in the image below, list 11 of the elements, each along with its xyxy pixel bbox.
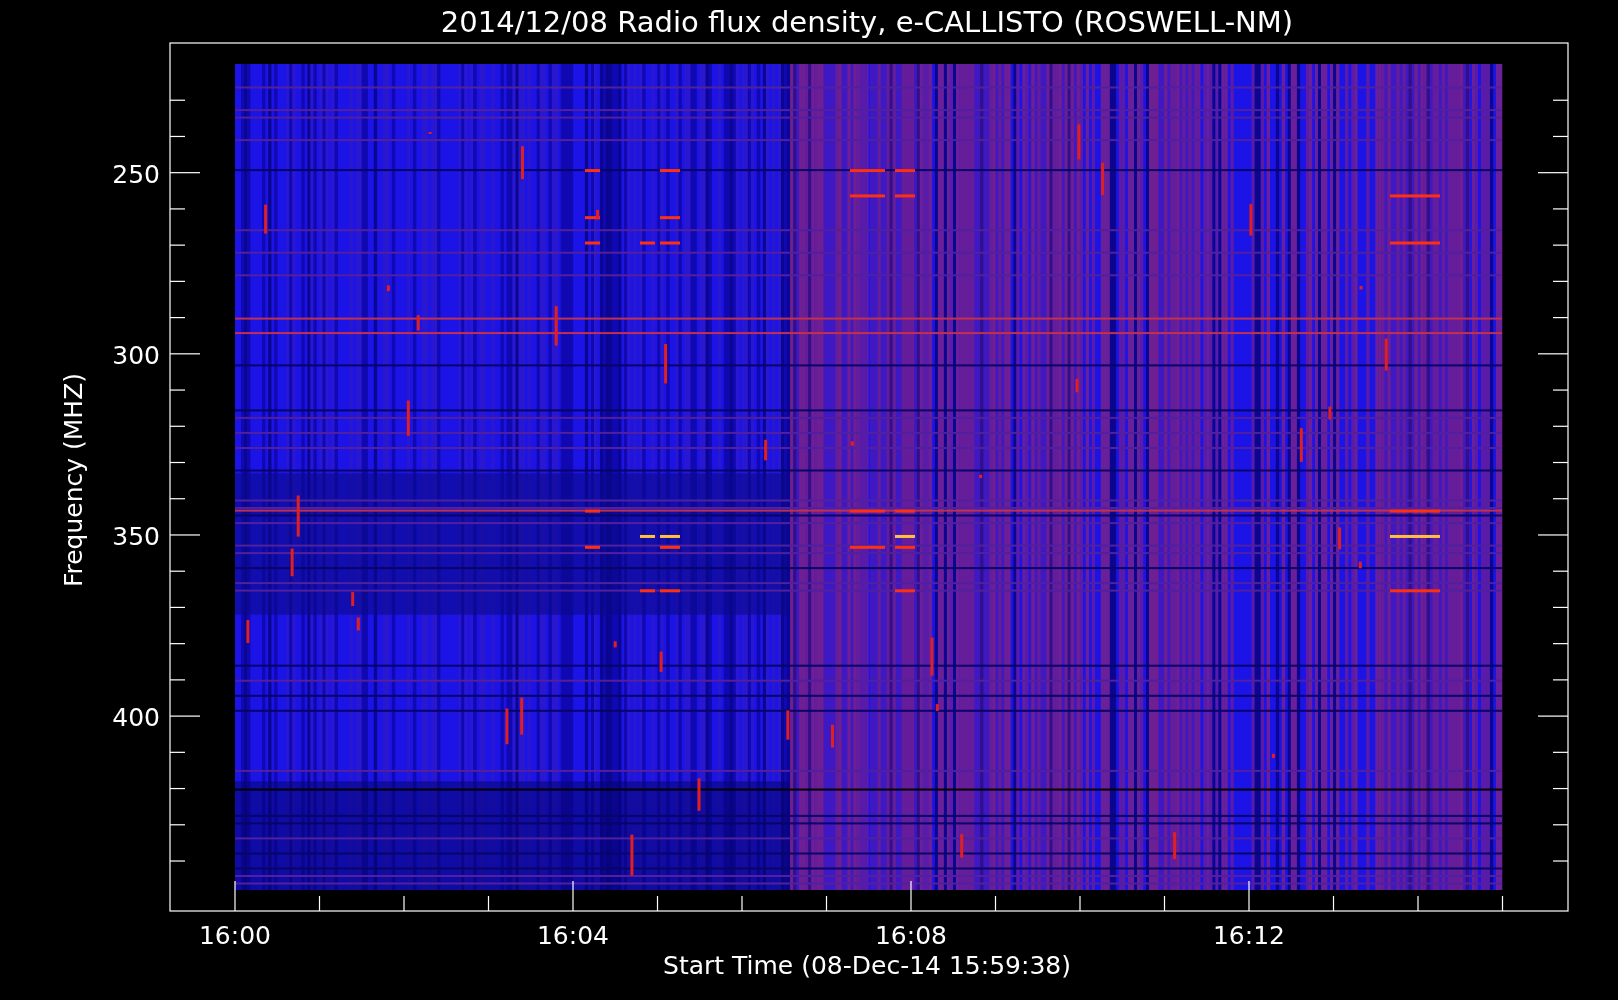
tick-label: 400	[112, 703, 160, 733]
axis-title: Start Time (08-Dec-14 15:59:38)	[663, 951, 1071, 980]
tick-label: 16:04	[537, 921, 609, 950]
tick-label: 16:00	[199, 921, 271, 950]
tick-label: 250	[112, 159, 160, 189]
axis-title: Frequency (MHZ)	[59, 372, 88, 588]
tick-label: 300	[112, 340, 160, 370]
tick-label: 16:12	[1213, 921, 1285, 950]
tick-label: 16:08	[875, 921, 947, 950]
chart-title: 2014/12/08 Radio flux density, e-CALLISTO (ROSWELL-NM)	[440, 5, 1294, 39]
tick-label: 350	[112, 522, 160, 551]
